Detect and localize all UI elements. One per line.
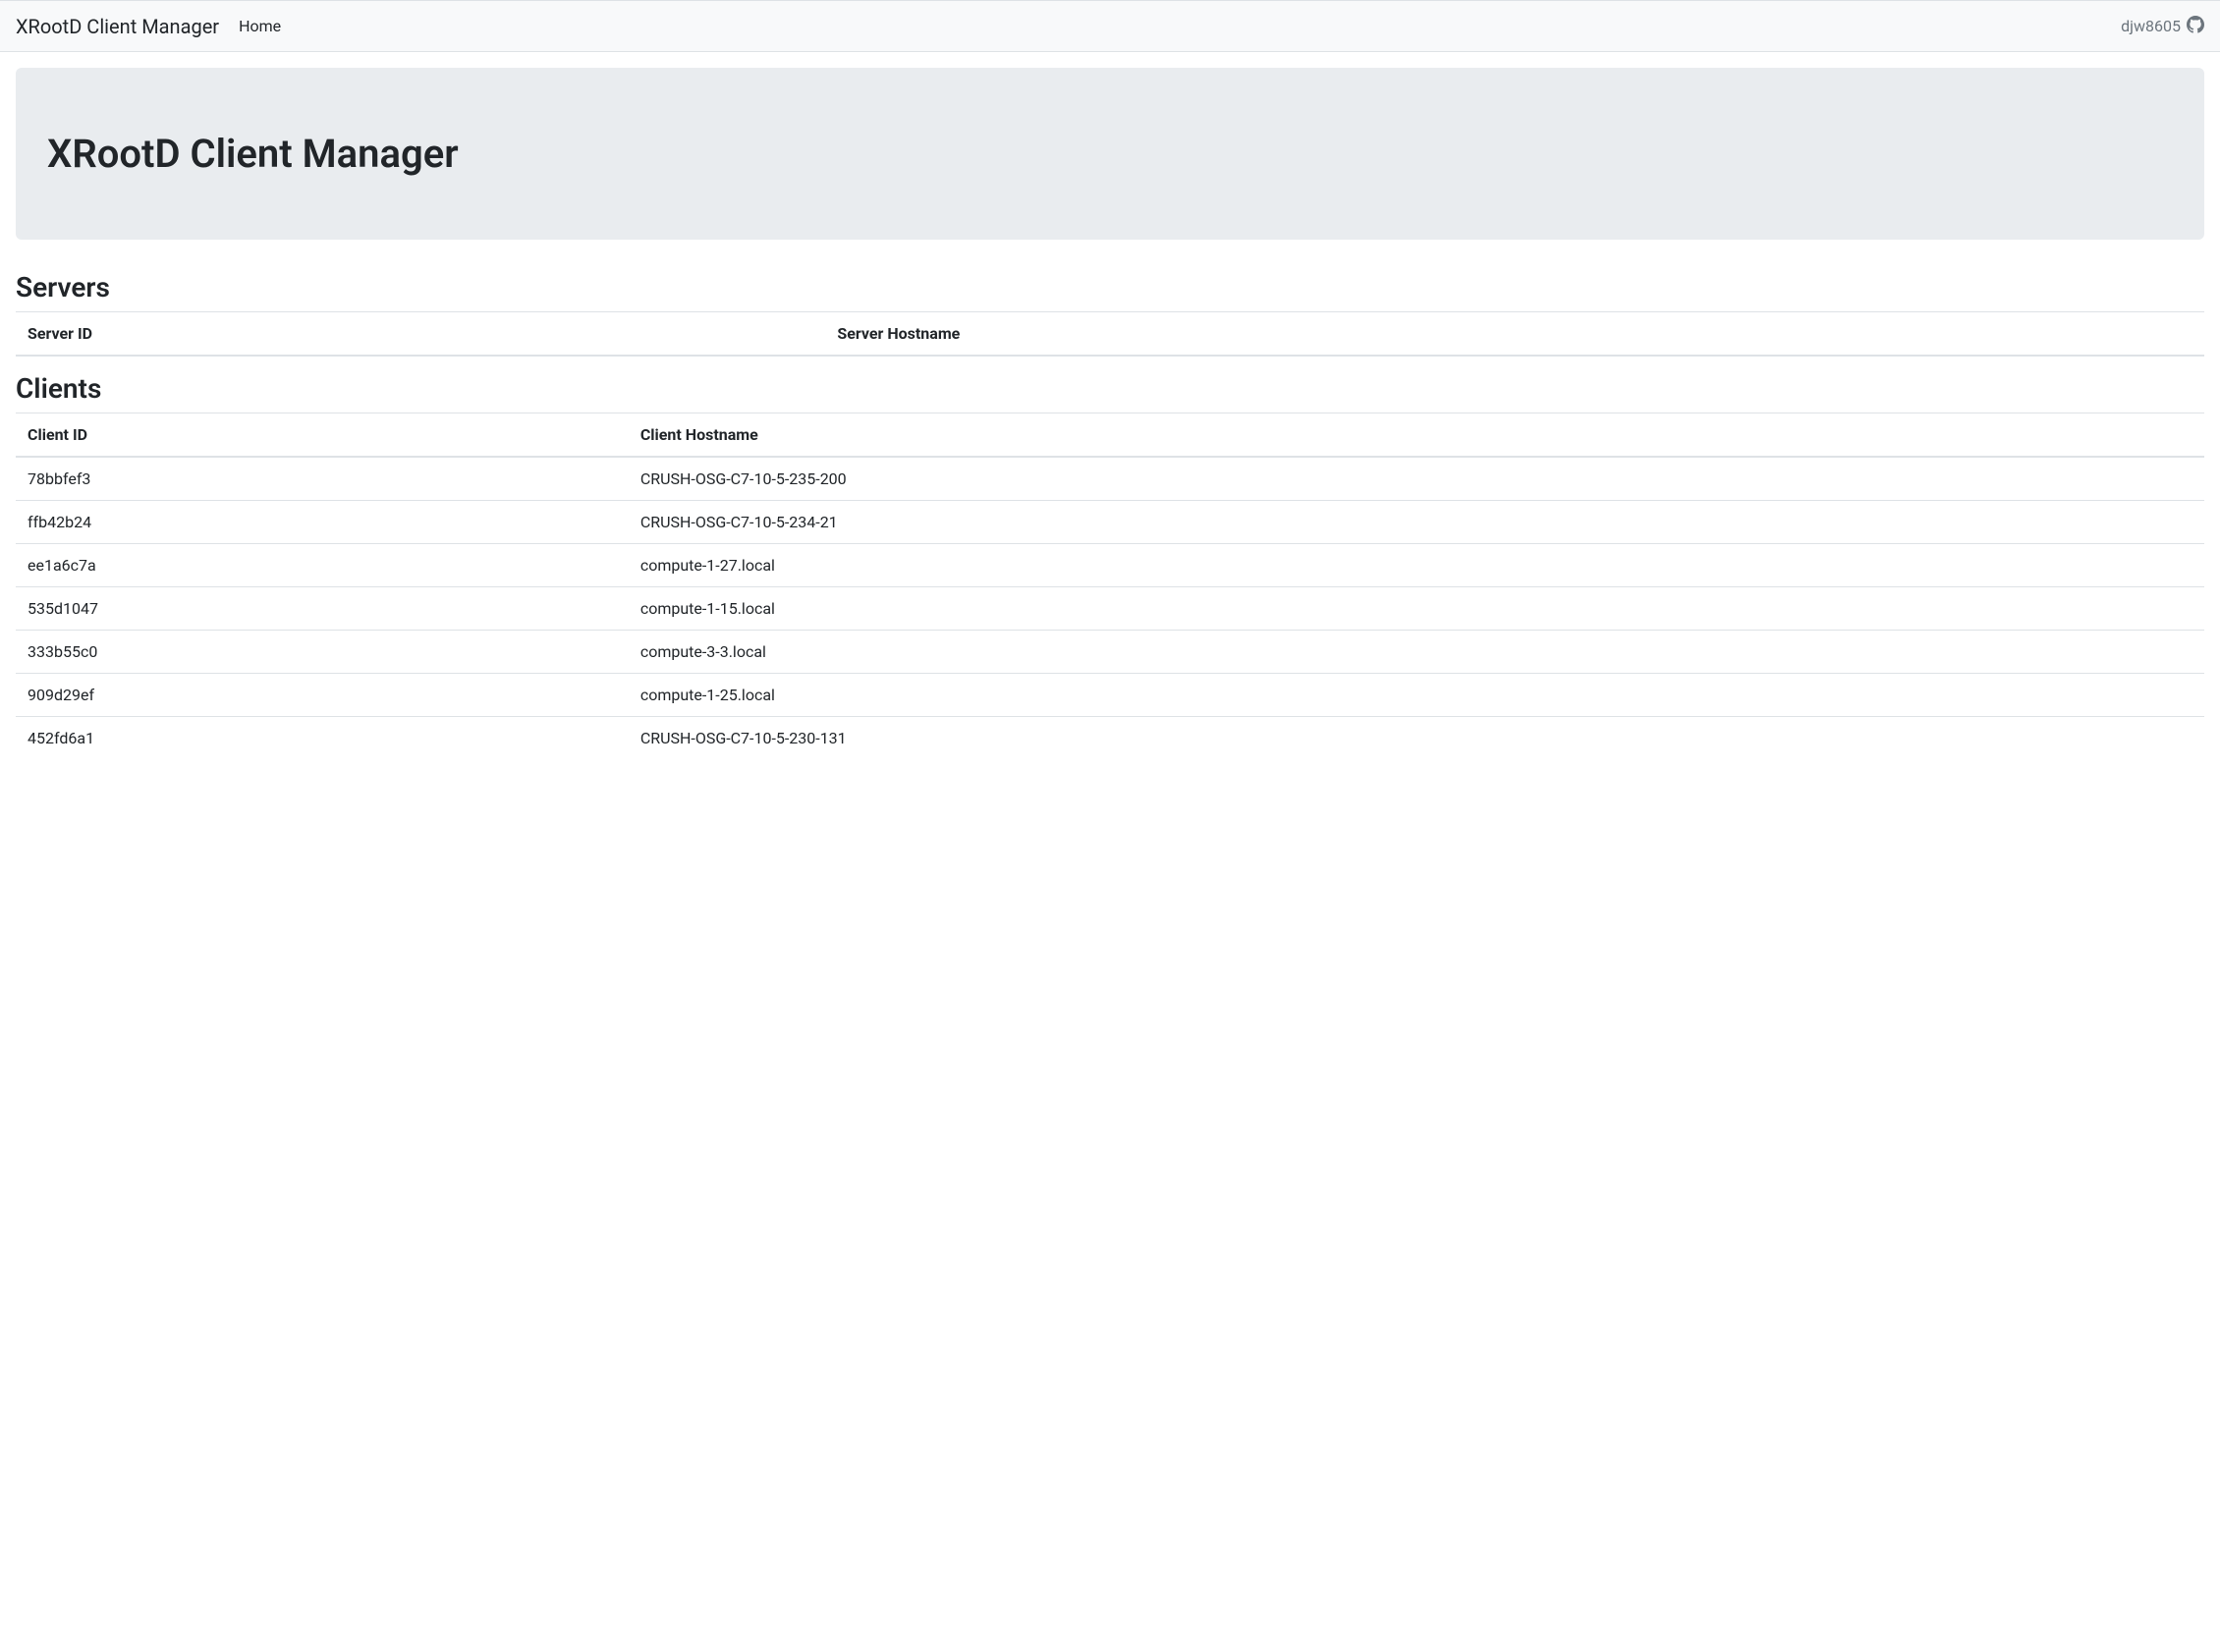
table-row: 909d29efcompute-1-25.local xyxy=(16,674,2204,717)
client-id-cell: ee1a6c7a xyxy=(16,544,629,587)
github-icon[interactable] xyxy=(2187,16,2204,37)
servers-table: Server ID Server Hostname xyxy=(16,311,2204,357)
servers-col-hostname: Server Hostname xyxy=(825,312,2204,357)
servers-heading: Servers xyxy=(16,271,2204,303)
client-id-cell: 909d29ef xyxy=(16,674,629,717)
client-id-cell: ffb42b24 xyxy=(16,501,629,544)
home-link[interactable]: Home xyxy=(239,9,281,43)
table-row: ffb42b24CRUSH-OSG-C7-10-5-234-21 xyxy=(16,501,2204,544)
client-id-cell: 78bbfef3 xyxy=(16,457,629,501)
client-id-cell: 535d1047 xyxy=(16,587,629,631)
servers-header-row: Server ID Server Hostname xyxy=(16,312,2204,357)
table-row: 333b55c0compute-3-3.local xyxy=(16,631,2204,674)
clients-col-hostname: Client Hostname xyxy=(629,413,2204,458)
brand-link[interactable]: XRootD Client Manager xyxy=(16,15,219,38)
client-id-cell: 452fd6a1 xyxy=(16,717,629,760)
username-link[interactable]: djw8605 xyxy=(2121,17,2181,35)
client-hostname-cell: compute-1-15.local xyxy=(629,587,2204,631)
clients-table: Client ID Client Hostname 78bbfef3CRUSH-… xyxy=(16,413,2204,759)
client-hostname-cell: compute-1-25.local xyxy=(629,674,2204,717)
client-hostname-cell: compute-1-27.local xyxy=(629,544,2204,587)
client-hostname-cell: CRUSH-OSG-C7-10-5-235-200 xyxy=(629,457,2204,501)
clients-col-id: Client ID xyxy=(16,413,629,458)
navbar-right: djw8605 xyxy=(2121,16,2204,37)
client-hostname-cell: CRUSH-OSG-C7-10-5-234-21 xyxy=(629,501,2204,544)
clients-header-row: Client ID Client Hostname xyxy=(16,413,2204,458)
client-hostname-cell: compute-3-3.local xyxy=(629,631,2204,674)
table-row: 452fd6a1CRUSH-OSG-C7-10-5-230-131 xyxy=(16,717,2204,760)
navbar-left: XRootD Client Manager Home xyxy=(16,9,281,43)
navbar: XRootD Client Manager Home djw8605 xyxy=(0,0,2220,52)
table-row: 78bbfef3CRUSH-OSG-C7-10-5-235-200 xyxy=(16,457,2204,501)
table-row: ee1a6c7acompute-1-27.local xyxy=(16,544,2204,587)
page-title: XRootD Client Manager xyxy=(47,131,2173,177)
jumbotron: XRootD Client Manager xyxy=(16,68,2204,240)
table-row: 535d1047compute-1-15.local xyxy=(16,587,2204,631)
content: XRootD Client Manager Servers Server ID … xyxy=(0,52,2220,791)
client-hostname-cell: CRUSH-OSG-C7-10-5-230-131 xyxy=(629,717,2204,760)
client-id-cell: 333b55c0 xyxy=(16,631,629,674)
clients-heading: Clients xyxy=(16,372,2204,405)
servers-col-id: Server ID xyxy=(16,312,825,357)
